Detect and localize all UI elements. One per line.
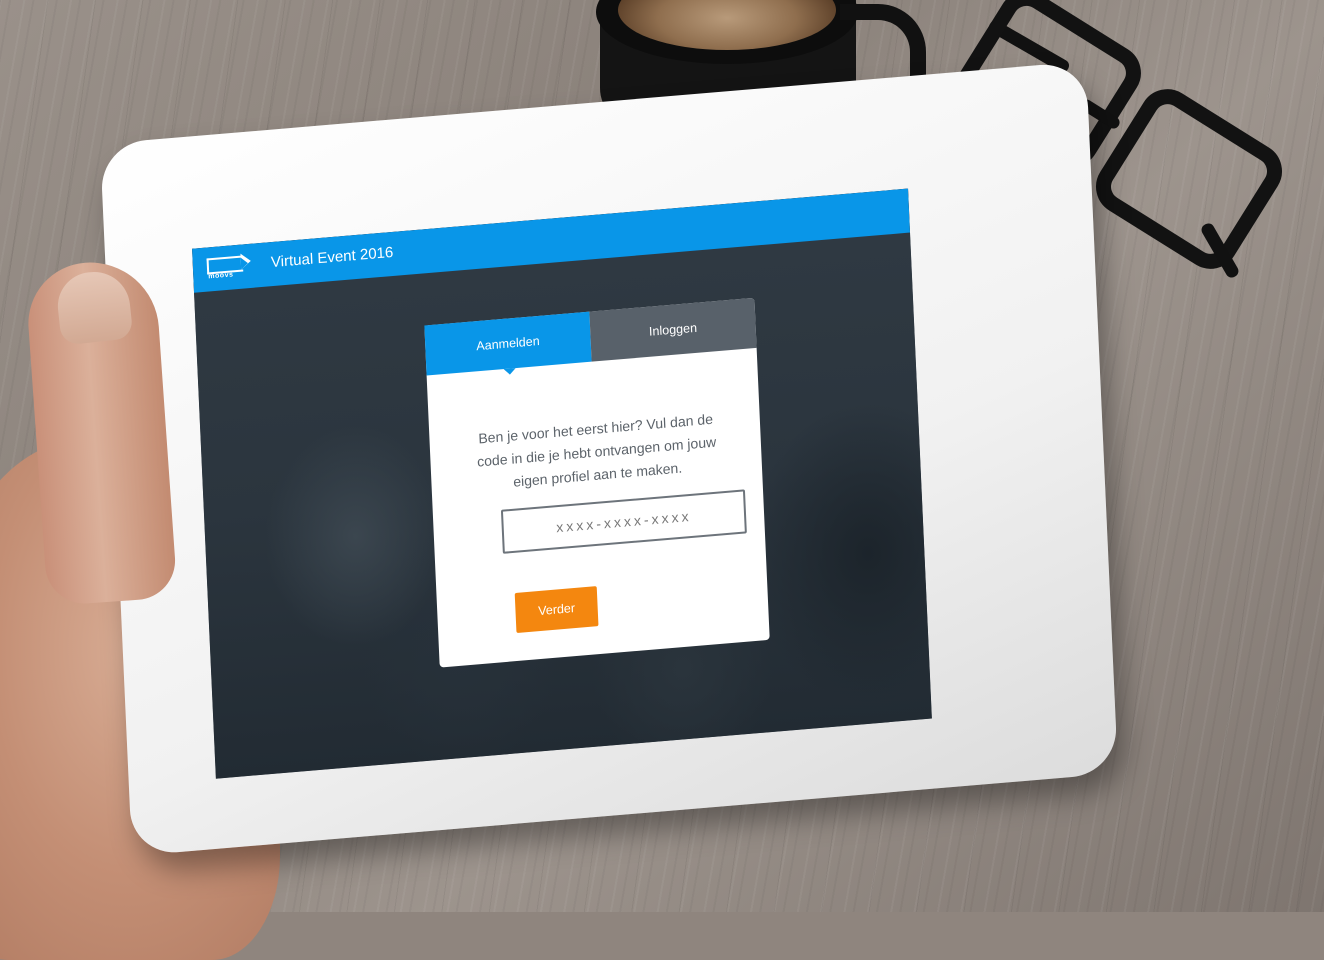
tablet-device: moovs Virtual Event 2016 Aanmelden Inlog… <box>100 61 1119 856</box>
tab-label: Aanmelden <box>476 333 540 354</box>
tab-label: Inloggen <box>648 320 698 339</box>
logo-text: moovs <box>208 271 234 281</box>
auth-dialog: Aanmelden Inloggen Ben je voor het eerst… <box>424 297 770 668</box>
access-code-input[interactable] <box>500 489 747 554</box>
app-title: Virtual Event 2016 <box>270 243 394 272</box>
verder-button[interactable]: Verder <box>514 586 599 633</box>
signup-intro-text: Ben je voor het eerst hier? Vul dan de c… <box>476 410 717 490</box>
active-tab-caret-icon <box>503 368 516 376</box>
tablet-screen: moovs Virtual Event 2016 Aanmelden Inlog… <box>192 188 932 779</box>
moovs-logo-icon: moovs <box>206 252 256 284</box>
